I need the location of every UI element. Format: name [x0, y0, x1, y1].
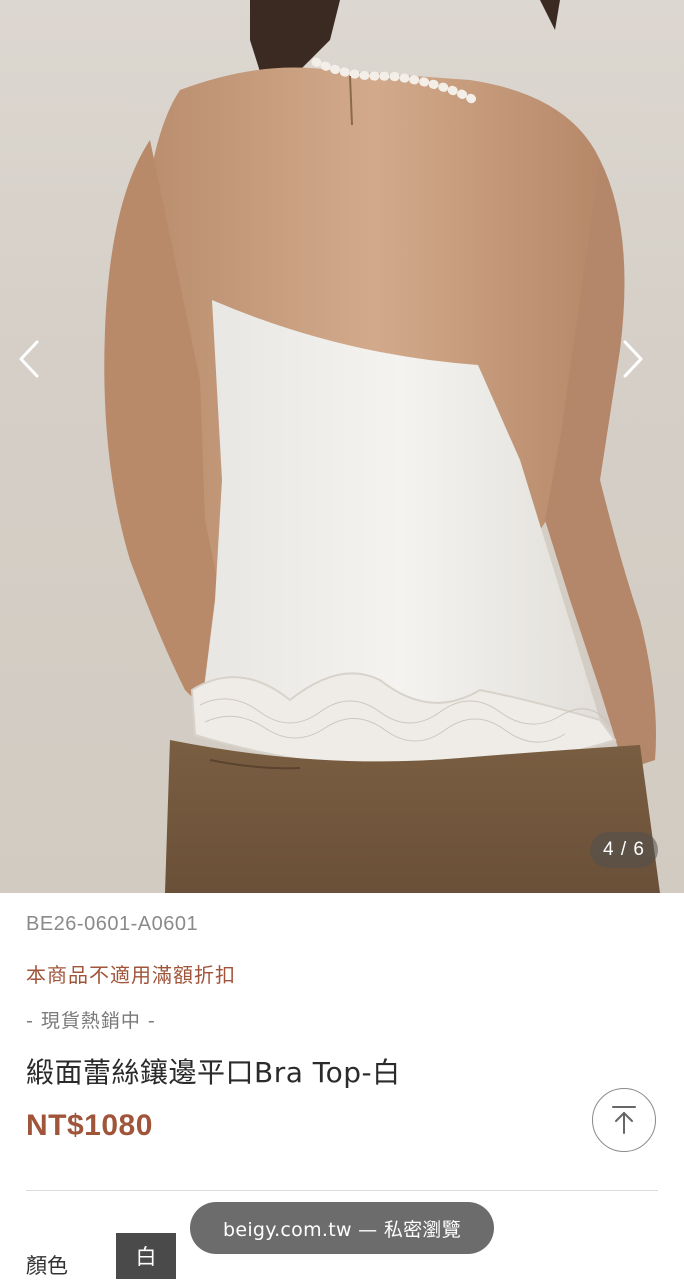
product-photo	[104, 0, 660, 893]
arrow-up-icon	[612, 1106, 636, 1134]
image-counter: 4 / 6	[590, 832, 658, 868]
divider	[26, 1190, 658, 1191]
color-option-label: 顏色	[26, 1254, 68, 1278]
stock-status: - 現貨熱銷中 -	[26, 1010, 156, 1032]
color-option-white[interactable]: 白	[116, 1233, 176, 1279]
product-sku: BE26-0601-A0601	[26, 913, 199, 935]
back-to-top-button[interactable]	[592, 1088, 656, 1152]
chevron-left-icon	[19, 340, 39, 378]
chevron-right-icon	[623, 340, 643, 378]
product-price: NT$1080	[26, 1109, 153, 1142]
product-image-gallery[interactable]: 4 / 6	[0, 0, 684, 893]
next-image-button[interactable]	[622, 340, 662, 388]
discount-notice: 本商品不適用滿額折扣	[26, 963, 236, 987]
previous-image-button[interactable]	[18, 340, 58, 388]
browser-url-toast: beigy.com.tw — 私密瀏覽	[190, 1202, 494, 1254]
product-name: 緞面蕾絲鑲邊平口Bra Top-白	[26, 1056, 401, 1089]
